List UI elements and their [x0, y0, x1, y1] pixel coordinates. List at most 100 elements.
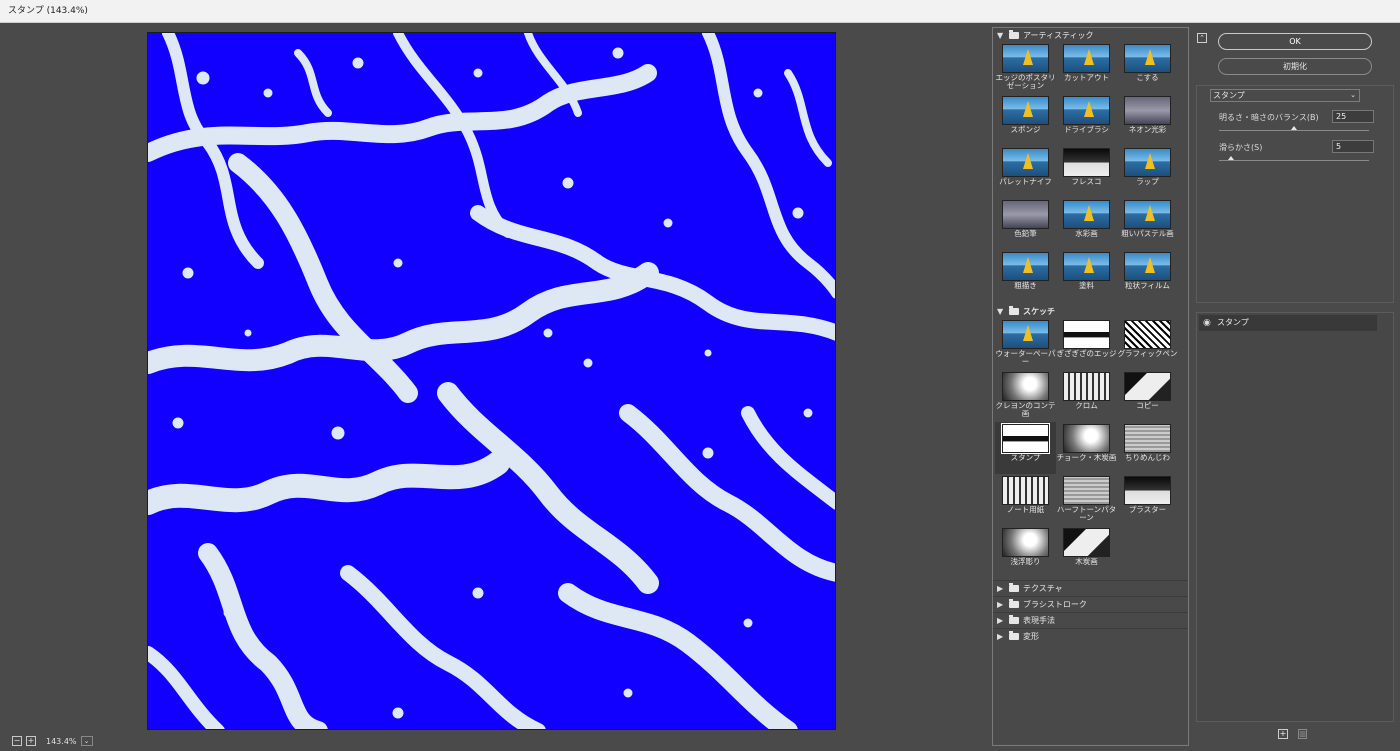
filter-thumbnail: [1124, 320, 1171, 349]
filter-thumbnail: [1063, 424, 1110, 453]
filter-item[interactable]: ドライブラシ: [1056, 94, 1117, 146]
zoom-dropdown-icon[interactable]: ⌄: [80, 736, 93, 746]
balance-label: 明るさ・暗さのバランス(B): [1219, 113, 1319, 122]
filter-item[interactable]: パレットナイフ: [995, 146, 1056, 198]
effect-layers: ◉ スタンプ: [1196, 312, 1394, 722]
filter-item[interactable]: ラップ: [1117, 146, 1178, 198]
category-stylize[interactable]: ▶ 表現手法: [993, 612, 1188, 628]
filter-thumbnail: [1124, 200, 1171, 229]
filter-item[interactable]: 水彩画: [1056, 198, 1117, 250]
filter-thumbnail: [1002, 96, 1049, 125]
category-texture[interactable]: ▶ テクスチャ: [993, 580, 1188, 596]
filter-thumbnail: [1124, 372, 1171, 401]
zoom-bar: − + 143.4% ⌄: [0, 731, 990, 751]
folder-icon: [1009, 305, 1019, 315]
balance-slider[interactable]: [1219, 130, 1369, 131]
filter-thumbnail: [1063, 96, 1110, 125]
filter-item[interactable]: 塗料: [1056, 250, 1117, 302]
filter-thumbnail: [1063, 320, 1110, 349]
filter-item[interactable]: フレスコ: [1056, 146, 1117, 198]
filter-thumbnail: [1063, 44, 1110, 73]
category-artistic[interactable]: ▼ アーティスティック: [993, 28, 1188, 42]
sketch-grid: ウォーターペーパー ぎざぎざのエッジ グラフィックペン クレヨンのコンテ画 クロ…: [993, 318, 1188, 578]
filter-item[interactable]: 粗いパステル画: [1117, 198, 1178, 250]
filter-item[interactable]: 色鉛筆: [995, 198, 1056, 250]
filter-item[interactable]: プラスター: [1117, 474, 1178, 526]
smoothness-slider-thumb[interactable]: [1228, 156, 1234, 160]
artistic-grid: エッジのポスタリゼーション カットアウト こする スポンジ ドライブラシ ネオン…: [993, 42, 1188, 302]
filter-item[interactable]: チョーク・木炭画: [1056, 422, 1117, 474]
reset-button[interactable]: 初期化: [1218, 58, 1372, 75]
filter-item[interactable]: ハーフトーンパターン: [1056, 474, 1117, 526]
smoothness-slider[interactable]: [1219, 160, 1369, 161]
filter-thumbnail: [1063, 148, 1110, 177]
category-distort[interactable]: ▶ 変形: [993, 628, 1188, 644]
filter-thumbnail: [1124, 96, 1171, 125]
zoom-out-button[interactable]: −: [12, 736, 22, 746]
filter-thumbnail: [1063, 200, 1110, 229]
filter-item[interactable]: グラフィックペン: [1117, 318, 1178, 370]
zoom-in-button[interactable]: +: [26, 736, 36, 746]
preview-area: [0, 24, 990, 730]
filter-item[interactable]: コピー: [1117, 370, 1178, 422]
category-sketch[interactable]: ▼ スケッチ: [993, 304, 1188, 318]
category-label: スケッチ: [1023, 306, 1055, 316]
filter-item[interactable]: こする: [1117, 42, 1178, 94]
ok-button[interactable]: OK: [1218, 33, 1372, 50]
filter-thumbnail: [1063, 252, 1110, 281]
filter-item[interactable]: ぎざぎざのエッジ: [1056, 318, 1117, 370]
stamp-preview-image: [148, 33, 835, 729]
folder-icon: [1009, 29, 1019, 39]
filter-settings: スタンプ ⌄ 明るさ・暗さのバランス(B) 25 滑らかさ(S) 5: [1196, 85, 1394, 303]
filter-item[interactable]: ネオン光彩: [1117, 94, 1178, 146]
settings-panel: ⌃ OK 初期化 スタンプ ⌄ 明るさ・暗さのバランス(B) 25 滑らかさ(S…: [1190, 27, 1400, 751]
category-brush-strokes[interactable]: ▶ ブラシストローク: [993, 596, 1188, 612]
eye-icon[interactable]: ◉: [1203, 315, 1211, 331]
new-effect-layer-icon[interactable]: +: [1278, 729, 1288, 739]
filter-item[interactable]: カットアウト: [1056, 42, 1117, 94]
filter-item[interactable]: クレヨンのコンテ画: [995, 370, 1056, 422]
filter-item-selected[interactable]: スタンプ: [995, 422, 1056, 474]
filter-item[interactable]: 木炭画: [1056, 526, 1117, 578]
filter-thumbnail: [1002, 528, 1049, 557]
smoothness-label: 滑らかさ(S): [1219, 143, 1263, 152]
filter-thumbnail: [1124, 252, 1171, 281]
filter-thumbnail: [1002, 320, 1049, 349]
filter-thumbnail: [1002, 148, 1049, 177]
collapse-triangle-icon: ▶: [997, 616, 1004, 625]
filter-item[interactable]: エッジのポスタリゼーション: [995, 42, 1056, 94]
effect-layer-row[interactable]: ◉ スタンプ: [1199, 315, 1377, 331]
filter-thumbnail: [1063, 528, 1110, 557]
balance-slider-thumb[interactable]: [1291, 126, 1297, 130]
filter-select[interactable]: スタンプ ⌄: [1210, 89, 1360, 102]
filter-item[interactable]: 粗描き: [995, 250, 1056, 302]
category-label: アーティスティック: [1023, 30, 1094, 40]
expand-triangle-icon: ▼: [997, 306, 1004, 316]
filter-thumbnail: [1002, 200, 1049, 229]
folder-icon: [1009, 583, 1019, 592]
filter-thumbnail: [1063, 476, 1110, 505]
filter-thumbnail: [1002, 252, 1049, 281]
filter-thumbnail: [1124, 424, 1171, 453]
filter-item[interactable]: スポンジ: [995, 94, 1056, 146]
collapse-triangle-icon: ▶: [997, 632, 1004, 641]
filter-item[interactable]: クロム: [1056, 370, 1117, 422]
balance-input[interactable]: 25: [1332, 110, 1374, 123]
filter-thumbnail: [1001, 423, 1050, 454]
window-title: スタンプ (143.4%): [0, 0, 1400, 23]
filter-thumbnail: [1063, 372, 1110, 401]
preview-canvas[interactable]: [147, 32, 836, 730]
smoothness-input[interactable]: 5: [1332, 140, 1374, 153]
filter-item[interactable]: ちりめんじわ: [1117, 422, 1178, 474]
filter-thumbnail: [1002, 372, 1049, 401]
filter-item[interactable]: ウォーターペーパー: [995, 318, 1056, 370]
filter-thumbnail: [1002, 476, 1049, 505]
zoom-value: 143.4%: [46, 736, 77, 746]
filter-item[interactable]: 粒状フィルム: [1117, 250, 1178, 302]
collapse-gallery-icon[interactable]: ⌃: [1197, 33, 1207, 43]
chevron-down-icon: ⌄: [1350, 91, 1356, 99]
trash-icon[interactable]: ▥: [1298, 729, 1307, 739]
filter-item[interactable]: ノート用紙: [995, 474, 1056, 526]
filter-item[interactable]: 浅浮彫り: [995, 526, 1056, 578]
collapse-triangle-icon: ▶: [997, 600, 1004, 609]
